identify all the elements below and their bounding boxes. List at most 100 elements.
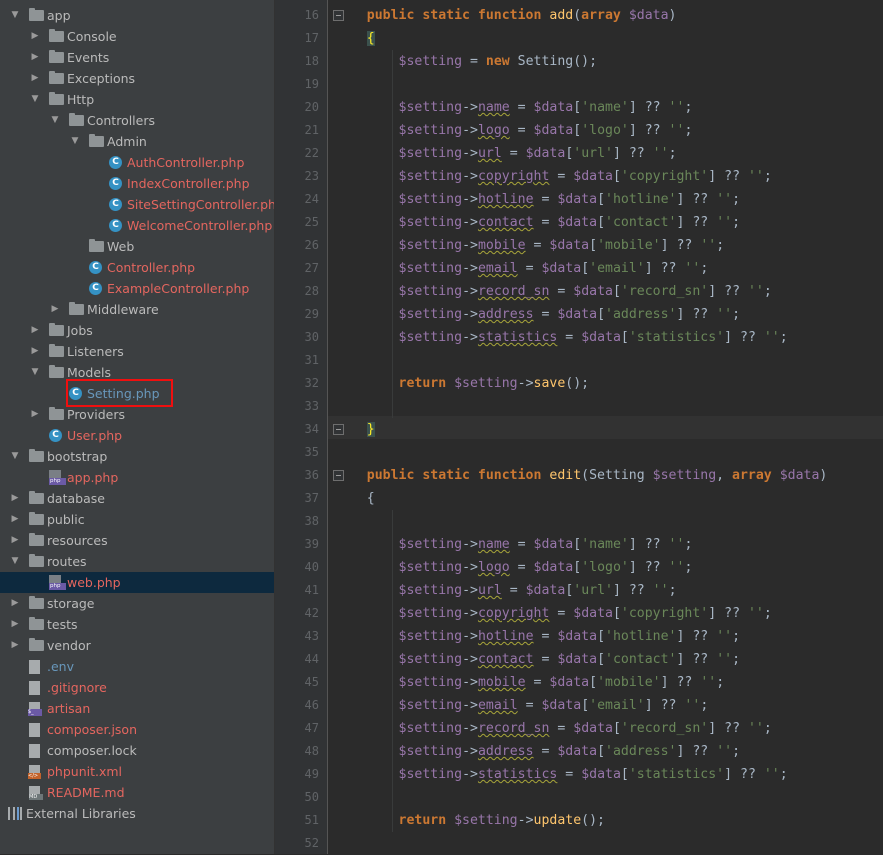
tree-folder-row[interactable]: Web [0,236,274,257]
code-token: [ [573,123,582,138]
collapsed-arrow-icon[interactable]: ▶ [9,618,21,630]
collapsed-arrow-icon[interactable]: ▶ [9,534,21,546]
code-token: '' [652,146,669,161]
code-line: public static function add(array $data) [335,4,677,27]
collapsed-arrow-icon[interactable]: ▶ [29,30,41,42]
code-token: '' [668,560,685,575]
tree-item-label: Admin [107,134,147,149]
php-class-icon: C [109,177,122,190]
collapsed-arrow-icon[interactable]: ▶ [29,324,41,336]
code-token: -> [462,100,478,115]
tree-folder-row[interactable]: ▶ Events [0,47,274,68]
tree-file-row[interactable]: C IndexController.php [0,173,274,194]
tree-folder-row[interactable]: ▶ Jobs [0,320,274,341]
code-token: name [477,537,510,552]
tree-file-row[interactable]: phpunit.xml [0,761,274,782]
code-token: save [533,376,566,391]
tree-file-row[interactable]: C SiteSettingController.php [0,194,274,215]
collapsed-arrow-icon[interactable]: ▶ [9,639,21,651]
tree-folder-row[interactable]: ▼ Http [0,89,274,110]
tree-file-row[interactable]: web.php [0,572,274,593]
line-number: 44 [304,652,319,666]
tree-file-row[interactable]: C Controller.php [0,257,274,278]
code-token: $data [533,537,574,552]
code-token: copyright [477,606,550,621]
expanded-arrow-icon[interactable]: ▼ [29,93,41,105]
tree-item-label: web.php [67,575,121,590]
code-line: $setting = new Setting(); [335,50,598,73]
collapsed-arrow-icon[interactable]: ▶ [29,72,41,84]
code-token: , [716,468,733,483]
tree-folder-row[interactable]: ▶ vendor [0,635,274,656]
expanded-arrow-icon[interactable]: ▼ [9,450,21,462]
code-token: $setting [398,652,463,667]
code-token: $setting [398,537,463,552]
tree-folder-row[interactable]: ▶ Exceptions [0,68,274,89]
code-token: ] ?? [724,767,764,782]
tree-file-row[interactable]: C AuthController.php [0,152,274,173]
tree-file-row[interactable]: C WelcomeController.php [0,215,274,236]
tree-folder-row[interactable]: ▶ database [0,488,274,509]
code-token: ] ?? [708,284,748,299]
tree-file-row[interactable]: .gitignore [0,677,274,698]
tree-item-label: Controllers [87,113,155,128]
code-token: 'address' [605,744,677,759]
tree-file-row[interactable]: composer.lock [0,740,274,761]
expanded-arrow-icon[interactable]: ▼ [9,9,21,21]
tree-folder-row[interactable]: ▼ app [0,5,274,26]
tree-folder-row[interactable]: ▶ Console [0,26,274,47]
tree-file-row[interactable]: .env [0,656,274,677]
collapsed-arrow-icon[interactable]: ▶ [9,597,21,609]
tree-folder-row[interactable]: ▶ Listeners [0,341,274,362]
code-token: hotline [477,192,534,207]
tree-item-label: phpunit.xml [47,764,123,779]
code-line: $setting->name = $data['name'] ?? ''; [335,96,693,119]
tree-file-row[interactable]: External Libraries [0,803,274,824]
tree-file-row[interactable]: C ExampleController.php [0,278,274,299]
collapsed-arrow-icon[interactable]: ▶ [49,303,61,315]
tree-folder-row[interactable]: ▶ tests [0,614,274,635]
code-token: hotline [477,629,534,644]
tree-file-row[interactable]: C User.php [0,425,274,446]
code-token: ; [700,261,709,276]
expanded-arrow-icon[interactable]: ▼ [49,114,61,126]
code-token: 'email' [589,698,645,713]
expanded-arrow-icon[interactable]: ▼ [29,366,41,378]
code-token: = [557,767,582,782]
collapsed-arrow-icon[interactable]: ▶ [9,513,21,525]
tree-folder-row[interactable]: ▶ Providers [0,404,274,425]
line-number: 29 [304,307,319,321]
expanded-arrow-icon[interactable]: ▼ [69,135,81,147]
code-token: 'contact' [605,652,677,667]
tree-folder-row[interactable]: ▼ bootstrap [0,446,274,467]
tree-file-row[interactable]: README.md [0,782,274,803]
code-token: public [366,8,423,23]
code-token: $setting [398,675,463,690]
collapsed-arrow-icon[interactable]: ▶ [29,408,41,420]
tree-folder-row[interactable]: ▼ routes [0,551,274,572]
code-token: $setting [398,583,463,598]
tree-folder-row[interactable]: ▶ Middleware [0,299,274,320]
tree-folder-row[interactable]: ▼ Admin [0,131,274,152]
tree-item-label: Middleware [87,302,159,317]
tree-file-row[interactable]: artisan [0,698,274,719]
code-token: statistics [477,330,558,345]
tree-file-row[interactable]: composer.json [0,719,274,740]
code-token: '' [716,307,733,322]
collapsed-arrow-icon[interactable]: ▶ [9,492,21,504]
annotation-highlight-box [66,379,173,407]
collapsed-arrow-icon[interactable]: ▶ [29,345,41,357]
line-number: 31 [304,353,319,367]
tree-folder-row[interactable]: ▼ Controllers [0,110,274,131]
tree-folder-row[interactable]: ▶ storage [0,593,274,614]
code-token: -> [462,215,478,230]
code-line: $setting->statistics = $data['statistics… [335,763,788,786]
expanded-arrow-icon[interactable]: ▼ [9,555,21,567]
tree-file-row[interactable]: app.php [0,467,274,488]
tree-folder-row[interactable]: ▶ resources [0,530,274,551]
collapsed-arrow-icon[interactable]: ▶ [29,51,41,63]
tree-folder-row[interactable]: ▶ public [0,509,274,530]
folder-icon [69,302,84,315]
code-token: ] ?? [708,606,748,621]
code-token: function [477,8,550,23]
